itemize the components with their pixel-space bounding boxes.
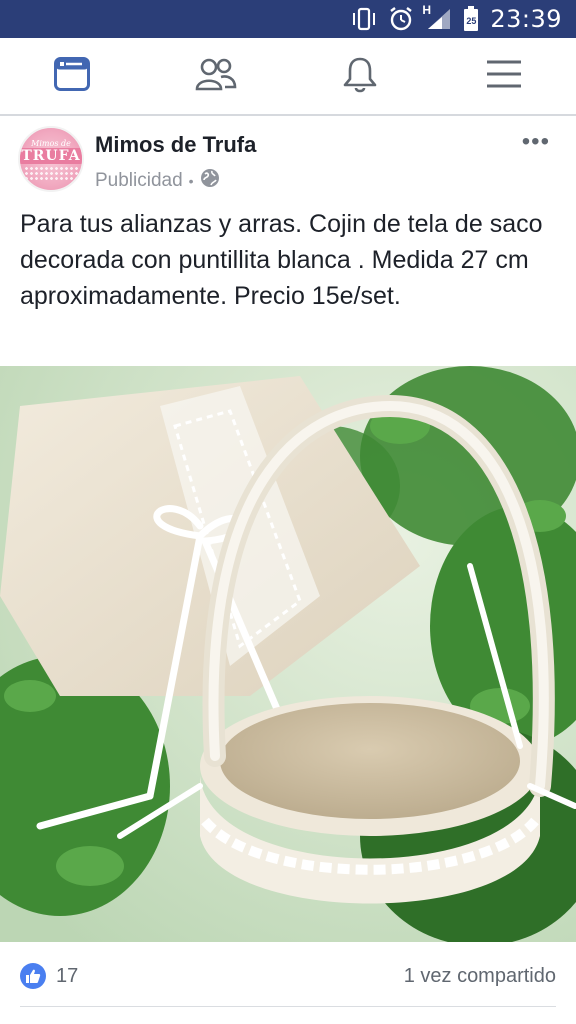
tab-menu[interactable] — [432, 38, 576, 114]
avatar-small-text: Mimos de — [31, 138, 71, 148]
post-footer: 17 1 vez compartido — [0, 950, 576, 1002]
battery-level: 25 — [466, 16, 477, 26]
more-options-button[interactable]: ••• — [522, 128, 550, 156]
news-feed-icon — [54, 56, 90, 97]
page-name-link[interactable]: Mimos de Trufa — [95, 132, 256, 158]
status-bar: H 25 23:39 — [0, 0, 576, 38]
bell-icon — [342, 55, 378, 98]
globe-icon — [200, 168, 220, 194]
network-type-label: H — [422, 3, 431, 17]
battery-icon: 25 — [462, 6, 480, 31]
footer-divider — [20, 1006, 556, 1007]
page-avatar[interactable]: Mimos de TRUFA — [18, 126, 84, 192]
top-navigation — [0, 38, 576, 116]
alarm-icon — [388, 7, 414, 31]
post-image[interactable] — [0, 366, 576, 942]
vibrate-icon — [350, 7, 378, 31]
tab-notifications[interactable] — [288, 38, 432, 114]
post-image-illustration — [0, 366, 576, 942]
meta-separator: • — [188, 173, 194, 189]
reactions-summary[interactable]: 17 — [20, 963, 78, 989]
clock: 23:39 — [490, 5, 562, 33]
avatar-big-text: TRUFA — [20, 147, 82, 164]
like-count: 17 — [56, 964, 79, 987]
friends-icon — [195, 56, 237, 97]
tab-friends[interactable] — [144, 38, 288, 114]
post-meta: Publicidad • — [95, 168, 220, 194]
post-header: Mimos de TRUFA Mimos de Trufa Publicidad… — [0, 120, 576, 200]
like-icon — [20, 963, 46, 989]
signal-icon: H — [422, 3, 452, 31]
post-text: Para tus alianzas y arras. Cojin de tela… — [20, 210, 543, 310]
hamburger-icon — [486, 59, 522, 94]
share-count[interactable]: 1 vez compartido — [404, 965, 556, 988]
avatar-pattern — [24, 165, 78, 180]
sponsored-label: Publicidad — [95, 170, 183, 191]
tab-news-feed[interactable] — [0, 38, 144, 114]
